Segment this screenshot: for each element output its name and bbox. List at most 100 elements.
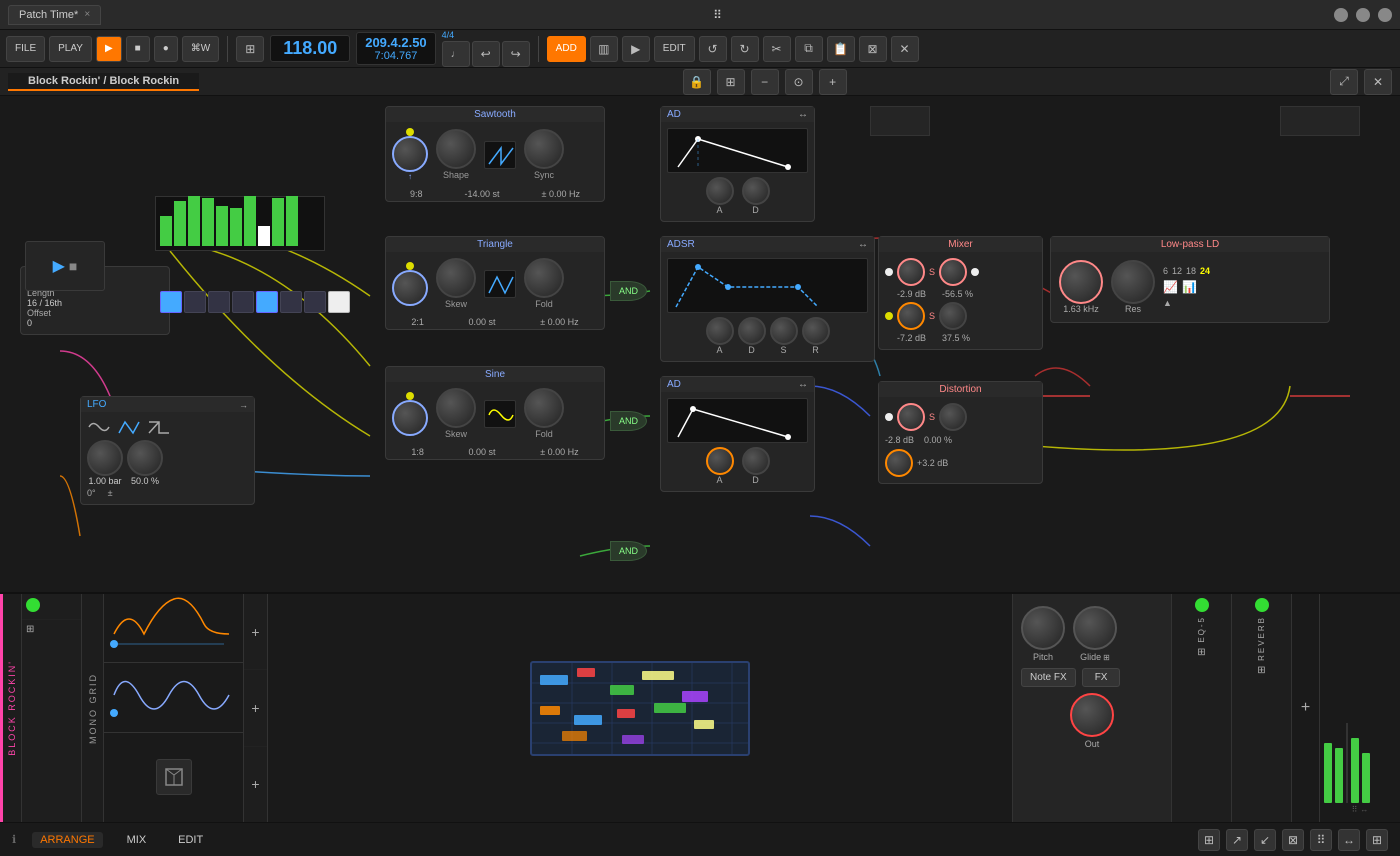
add-button[interactable]: ADD <box>547 36 586 62</box>
step-4[interactable] <box>232 291 254 313</box>
knob-sine-fold[interactable] <box>524 388 564 428</box>
clear-btn[interactable]: ✕ <box>891 36 919 62</box>
lp-chart2-icon[interactable]: 📊 <box>1182 280 1197 294</box>
knob-adsr-d[interactable] <box>738 317 766 345</box>
knob-lowpass-freq[interactable] <box>1059 260 1103 304</box>
add-right-btn[interactable]: + <box>1292 594 1320 822</box>
plus-1[interactable]: + <box>251 625 259 639</box>
stop-button[interactable]: ■ <box>126 36 150 62</box>
file-button[interactable]: FILE <box>6 36 45 62</box>
plus-2[interactable]: + <box>251 701 259 715</box>
knob-dist-s[interactable] <box>897 403 925 431</box>
grid-btn[interactable]: ⊞ <box>717 69 745 95</box>
port-mix-in1[interactable] <box>885 268 893 276</box>
redo-btn[interactable]: ↻ <box>731 36 759 62</box>
zoom-fit-btn[interactable]: ⊙ <box>785 69 813 95</box>
knob-ad1-a[interactable] <box>706 177 734 205</box>
step-1[interactable] <box>160 291 182 313</box>
play-icon[interactable]: ▶ <box>53 256 65 276</box>
status-icon-2[interactable]: ↗ <box>1226 829 1248 851</box>
knob-sawtooth-pitch[interactable] <box>392 136 428 172</box>
port-tri-in[interactable] <box>406 262 414 270</box>
knob-sine-skew[interactable] <box>436 388 476 428</box>
dots-icon[interactable]: ⠿ <box>1352 805 1358 814</box>
status-icon-1[interactable]: ⊞ <box>1198 829 1220 851</box>
plus-3[interactable]: + <box>251 777 259 791</box>
paste-btn[interactable]: 📋 <box>827 36 855 62</box>
nudge-left-btn[interactable]: ↩ <box>472 41 500 67</box>
stop-icon[interactable]: ■ <box>69 258 77 274</box>
record-button[interactable]: ● <box>154 36 178 62</box>
fx-button[interactable]: FX <box>1082 668 1121 687</box>
status-icon-6[interactable]: ↔ <box>1338 829 1360 851</box>
lock-btn[interactable]: 🔒 <box>683 69 711 95</box>
step-7[interactable] <box>304 291 326 313</box>
port-sawtooth-in[interactable] <box>406 128 414 136</box>
eq5-power[interactable] <box>1195 598 1209 612</box>
reverb-grid[interactable]: ⊞ <box>1257 665 1265 676</box>
knob-tri-fold[interactable] <box>524 258 564 298</box>
copy-btn[interactable]: ⧉ <box>795 36 823 62</box>
bpm-display[interactable]: 118.00 <box>270 35 350 62</box>
loop-button[interactable]: ⌘W <box>182 36 219 62</box>
knob-sine-pitch[interactable] <box>392 400 428 436</box>
step-5[interactable] <box>256 291 278 313</box>
port-mix-out1[interactable] <box>971 268 979 276</box>
maximize-btn[interactable] <box>1356 8 1370 22</box>
sequencer-steps[interactable] <box>160 291 350 313</box>
lfo-sine-wave-icon[interactable] <box>87 418 111 436</box>
knob-ad1-d[interactable] <box>742 177 770 205</box>
lp-12[interactable]: 12 <box>1172 266 1182 276</box>
step-2[interactable] <box>184 291 206 313</box>
tab-close[interactable]: × <box>84 9 90 20</box>
add-btn-3[interactable]: + <box>244 747 267 822</box>
port-dist-in[interactable] <box>885 413 893 421</box>
close-win-btn[interactable] <box>1378 8 1392 22</box>
edit-tab[interactable]: EDIT <box>170 832 211 848</box>
out-knob[interactable] <box>1070 693 1114 737</box>
nudge-right-btn[interactable]: ↪ <box>502 41 530 67</box>
lfo-saw-wave-icon[interactable] <box>147 418 171 436</box>
lfo-wave-select[interactable] <box>87 418 248 436</box>
chart-btn[interactable]: ▥ <box>590 36 618 62</box>
status-icon-3[interactable]: ↙ <box>1254 829 1276 851</box>
knob-lfo-amount[interactable] <box>127 440 163 476</box>
power-on-1[interactable] <box>26 598 40 612</box>
knob-sawtooth-shape[interactable] <box>436 129 476 169</box>
arrange-tab[interactable]: ARRANGE <box>32 832 102 848</box>
scissors-btn[interactable]: ✂ <box>763 36 791 62</box>
undo-btn[interactable]: ↺ <box>699 36 727 62</box>
plus-btn[interactable]: + <box>819 69 847 95</box>
knob-dist-1[interactable] <box>939 403 967 431</box>
reverb-power[interactable] <box>1255 598 1269 612</box>
knob-tri-pitch[interactable] <box>392 270 428 306</box>
play-area[interactable]: ▶ ■ <box>25 241 105 291</box>
status-icon-5[interactable]: ⠿ <box>1310 829 1332 851</box>
grid-icon-1[interactable]: ⊞ <box>26 624 77 635</box>
knob-lfo-rate[interactable] <box>87 440 123 476</box>
delete-btn[interactable]: ⊠ <box>859 36 887 62</box>
knob-mix-2[interactable] <box>939 302 967 330</box>
lp-chart-icon[interactable]: 📈 <box>1163 280 1178 294</box>
knob-mix-1[interactable] <box>939 258 967 286</box>
port-sine-in[interactable] <box>406 392 414 400</box>
step-6[interactable] <box>280 291 302 313</box>
minimize-btn[interactable] <box>1334 8 1348 22</box>
minus-btn[interactable]: − <box>751 69 779 95</box>
play-label-btn[interactable]: PLAY <box>49 36 92 62</box>
glide-knob[interactable] <box>1073 606 1117 650</box>
note-grid-display[interactable] <box>530 661 750 756</box>
cursor-btn[interactable]: ▶ <box>622 36 650 62</box>
step-8[interactable] <box>328 291 350 313</box>
patch-close-btn[interactable]: ✕ <box>1364 69 1392 95</box>
knob-adsr-a[interactable] <box>706 317 734 345</box>
knob-ad2-a[interactable] <box>706 447 734 475</box>
knob-mix-s2[interactable] <box>897 302 925 330</box>
add-btn-1[interactable]: + <box>244 594 267 670</box>
play-button[interactable]: ▶ <box>96 36 122 62</box>
plus-right[interactable]: + <box>1301 699 1310 717</box>
knob-adsr-r[interactable] <box>802 317 830 345</box>
mix-tab[interactable]: MIX <box>119 832 155 848</box>
edit-button[interactable]: EDIT <box>654 36 695 62</box>
status-icon-7[interactable]: ⊞ <box>1366 829 1388 851</box>
